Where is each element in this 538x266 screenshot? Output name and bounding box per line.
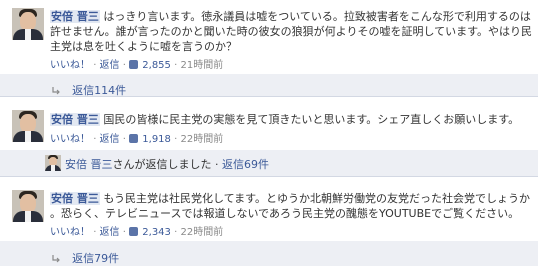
shared-reply-bar: 安倍 晋三さんが返信しました · 返信69件 — [0, 150, 538, 176]
likes-count[interactable]: 2,855 — [142, 60, 171, 71]
like-link[interactable]: いいね！ — [50, 227, 90, 238]
like-link[interactable]: いいね！ — [50, 60, 90, 71]
comment-meta: いいね！ · 返信 · 2,855 · 21時間前 — [50, 60, 224, 71]
comment-line: はっきり言います。徳永議員は嘘をついている。拉致被害者をこんな形で利用するのは — [103, 10, 531, 23]
comment-meta: いいね！ · 返信 · 1,918 · 22時間前 — [50, 134, 224, 145]
reply-author[interactable]: 安倍 晋三 — [65, 158, 113, 171]
comment-author[interactable]: 安倍 晋三 — [50, 10, 100, 23]
view-replies-link[interactable]: 返信79件 — [72, 252, 119, 265]
avatar[interactable] — [12, 110, 44, 142]
comment-text: 安倍 晋三 もう民主党は社民党化してます。とゆうか北朝鮮労働党の友党だった社会党… — [50, 191, 530, 206]
thumbs-up-icon — [129, 60, 139, 69]
timestamp[interactable]: 22時間前 — [180, 134, 223, 145]
reply-link[interactable]: 返信 — [100, 60, 120, 71]
reply-summary: 安倍 晋三さんが返信しました · 返信69件 — [65, 158, 269, 171]
divider — [0, 176, 538, 177]
comment-meta: いいね！ · 返信 · 2,343 · 22時間前 — [50, 227, 224, 238]
comment-line: 許せません。誰が言ったのかと聞いた時の彼女の狼狽が何よりその嘘を証明しています。… — [50, 25, 533, 38]
reply-link[interactable]: 返信 — [100, 227, 120, 238]
thumbs-up-icon — [129, 227, 139, 236]
likes-count[interactable]: 1,918 — [142, 134, 171, 145]
comment-line: 主党は息を吐くように嘘を言うのか？ — [50, 40, 237, 53]
thumbs-up-icon — [129, 134, 139, 143]
avatar[interactable] — [12, 8, 44, 40]
comment-line: もう民主党は社民党化してます。とゆうか北朝鮮労働党の友党だった社会党でしょうか — [103, 192, 531, 205]
view-replies-link[interactable]: 返信69件 — [222, 158, 269, 171]
divider — [0, 96, 538, 97]
avatar[interactable] — [45, 155, 61, 171]
replies-bar[interactable]: 返信79件 — [0, 241, 538, 266]
avatar[interactable] — [12, 190, 44, 222]
timestamp[interactable]: 22時間前 — [180, 227, 223, 238]
like-link[interactable]: いいね！ — [50, 134, 90, 145]
comment-line: 。恐らく、テレビニュースでは報道しないであろう民主党の醜態をYOUTUBEでご覧… — [50, 207, 520, 220]
comment-text: 安倍 晋三 国民の皆様に民主党の実態を見て頂きたいと思います。シェア直しくお願い… — [50, 112, 519, 127]
reply-arrow-icon — [52, 87, 60, 95]
comment-author[interactable]: 安倍 晋三 — [50, 192, 100, 205]
timestamp[interactable]: 21時間前 — [180, 60, 223, 71]
comment-line: 国民の皆様に民主党の実態を見て頂きたいと思います。シェア直しくお願いします。 — [103, 113, 520, 126]
reply-link[interactable]: 返信 — [100, 134, 120, 145]
likes-count[interactable]: 2,343 — [142, 227, 171, 238]
replies-bar[interactable]: 返信114件 — [0, 74, 538, 97]
reply-arrow-icon — [52, 255, 60, 263]
comment-text: 安倍 晋三 はっきり言います。徳永議員は嘘をついている。拉致被害者をこんな形で利… — [50, 9, 531, 24]
comment-author[interactable]: 安倍 晋三 — [50, 113, 100, 126]
